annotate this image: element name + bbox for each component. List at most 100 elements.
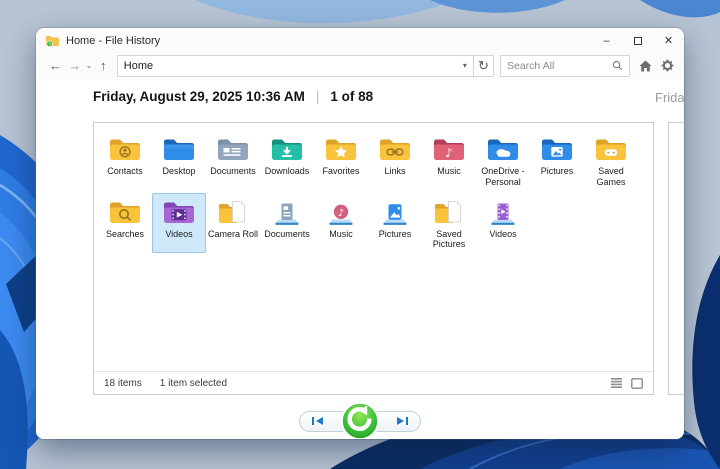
snapshot-position: 1 of 88	[330, 89, 374, 104]
search-box[interactable]	[500, 54, 630, 77]
chevron-down-icon: ⌄	[85, 61, 93, 70]
window-title: Home - File History	[66, 34, 161, 47]
contacts-folder-icon	[107, 134, 143, 164]
favorites-folder-icon	[323, 134, 359, 164]
videos-folder-icon	[161, 197, 197, 227]
svg-text:♪: ♪	[338, 208, 344, 219]
large-icons-view-icon[interactable]	[631, 377, 643, 389]
file-item-label: Music	[437, 166, 461, 176]
details-view-icon[interactable]	[611, 378, 622, 388]
file-item[interactable]: OneDrive - Personal	[476, 130, 530, 191]
file-item[interactable]: ♪ Music	[314, 193, 368, 254]
view-toggles	[611, 377, 643, 389]
file-history-app-icon	[46, 36, 59, 47]
file-history-window: Home - File History – ✕ ← → ⌄ ↑ ▾ ↻	[36, 28, 684, 439]
file-item-label: OneDrive - Personal	[481, 166, 525, 187]
date-header: Friday, August 29, 2025 10:36 AM | 1 of …	[93, 89, 373, 104]
back-button[interactable]: ←	[46, 59, 65, 72]
address-dropdown-chevron-icon[interactable]: ▾	[459, 61, 471, 70]
forward-icon: →	[68, 58, 82, 73]
file-item[interactable]: Saved Games	[584, 130, 638, 191]
file-item-label: Favorites	[322, 166, 360, 176]
toolbar: ← → ⌄ ↑ ▾ ↻	[36, 53, 684, 80]
file-item-label: Pictures	[378, 228, 412, 239]
settings-button[interactable]	[661, 59, 674, 72]
close-button[interactable]: ✕	[653, 28, 684, 53]
home-icon	[639, 60, 652, 71]
file-item-label: Pictures	[540, 166, 574, 176]
minimize-button[interactable]: –	[591, 28, 622, 53]
file-item[interactable]: Links	[368, 130, 422, 191]
file-item[interactable]: Documents	[260, 193, 314, 254]
restore-button[interactable]	[340, 401, 380, 439]
file-item-label: Camera Roll	[207, 228, 258, 239]
file-item[interactable]: Searches	[98, 193, 152, 254]
back-icon: ←	[49, 58, 63, 73]
status-bar: 18 items 1 item selected	[94, 371, 653, 394]
file-item-label: Documents	[210, 166, 256, 176]
close-icon: ✕	[663, 35, 674, 47]
file-item-label: Documents	[264, 228, 310, 239]
file-item[interactable]: Contacts	[98, 130, 152, 191]
onedrive-folder-icon	[485, 134, 521, 164]
minimize-icon: –	[603, 34, 610, 47]
svg-text:♪: ♪	[445, 146, 453, 160]
file-item[interactable]: Favorites	[314, 130, 368, 191]
file-item-label: Saved Games	[596, 166, 626, 187]
file-item[interactable]: Downloads	[260, 130, 314, 191]
file-item-label: Desktop	[162, 166, 196, 176]
file-item[interactable]: Videos	[476, 193, 530, 254]
saved-pictures-folder-icon	[431, 197, 467, 227]
window-controls: – ✕	[591, 28, 684, 53]
previous-version-icon	[312, 417, 323, 425]
music-folder-icon: ♪	[431, 134, 467, 164]
documents-library-icon	[269, 197, 305, 227]
item-count: 18 items	[104, 377, 142, 389]
file-item[interactable]: Pictures	[368, 193, 422, 254]
maximize-icon	[633, 36, 642, 45]
file-item[interactable]: Videos	[152, 192, 206, 254]
file-item-label: Saved Pictures	[432, 228, 466, 250]
snapshot-date: Friday, August 29, 2025 10:36 AM	[93, 89, 305, 104]
up-button[interactable]: ↑	[94, 59, 113, 72]
refresh-button[interactable]: ↻	[472, 54, 494, 77]
home-button[interactable]	[639, 60, 652, 72]
maximize-button[interactable]	[622, 28, 653, 53]
next-version-icon	[397, 417, 408, 425]
desktop-folder-icon	[161, 134, 197, 164]
file-item[interactable]: Camera Roll	[206, 193, 260, 254]
history-navigation	[299, 401, 421, 439]
file-item[interactable]: Saved Pictures	[422, 193, 476, 254]
next-snapshot-date-partial: Friday,	[655, 90, 684, 105]
camera-roll-folder-icon	[215, 197, 251, 227]
header-divider: |	[315, 89, 320, 104]
titlebar[interactable]: Home - File History – ✕	[36, 28, 684, 53]
searches-folder-icon	[107, 197, 143, 227]
file-item-label: Links	[384, 166, 406, 176]
pictures-folder-icon	[539, 134, 575, 164]
file-item[interactable]: Pictures	[530, 130, 584, 191]
file-item-label: Music	[329, 228, 353, 239]
selection-count: 1 item selected	[159, 377, 228, 389]
file-panel: Contacts Desktop Documents Downloads Fav…	[93, 122, 654, 395]
file-grid: Contacts Desktop Documents Downloads Fav…	[94, 123, 653, 371]
refresh-icon: ↻	[478, 57, 489, 73]
forward-button[interactable]: →	[65, 59, 84, 72]
address-input[interactable]	[123, 59, 459, 72]
file-item-label: Searches	[105, 228, 145, 239]
gear-icon	[661, 59, 674, 72]
next-snapshot-panel	[668, 122, 684, 395]
videos-library-icon	[485, 197, 521, 227]
file-item-label: Contacts	[107, 166, 143, 176]
address-bar[interactable]: ▾	[116, 54, 474, 77]
saved-games-folder-icon	[593, 134, 629, 164]
search-input[interactable]	[507, 59, 612, 72]
file-item[interactable]: Desktop	[152, 130, 206, 191]
pictures-library-icon	[377, 197, 413, 227]
file-item[interactable]: ♪ Music	[422, 130, 476, 191]
music-library-icon: ♪	[323, 197, 359, 227]
file-item[interactable]: Documents	[206, 130, 260, 191]
recent-locations-button[interactable]: ⌄	[84, 61, 94, 70]
up-arrow-icon: ↑	[99, 58, 107, 73]
links-folder-icon	[377, 134, 413, 164]
